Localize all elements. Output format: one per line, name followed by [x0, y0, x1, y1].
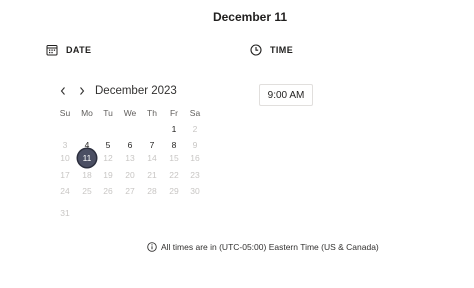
- selected-day[interactable]: 11: [78, 149, 96, 167]
- time-section-label: TIME: [270, 45, 294, 55]
- weekday-monday: Mo: [81, 108, 93, 118]
- day-cell-16: 16: [190, 153, 200, 163]
- day-cell-20: 20: [125, 170, 135, 180]
- day-cell-30: 30: [190, 186, 200, 196]
- time-slot-button[interactable]: 9:00 AM: [259, 84, 313, 106]
- day-cell-21: 21: [147, 170, 157, 180]
- calendar-icon: [46, 44, 58, 56]
- day-cell-10: 10: [60, 153, 70, 163]
- month-label: December 2023: [95, 85, 177, 97]
- day-cell-27: 27: [125, 186, 135, 196]
- day-cell-1[interactable]: 1: [164, 121, 184, 137]
- weekday-friday: Fr: [169, 108, 179, 118]
- day-cell-23: 23: [190, 170, 200, 180]
- day-cell-26: 26: [103, 186, 113, 196]
- weekday-saturday: Sa: [189, 108, 201, 118]
- next-month-button[interactable]: [76, 85, 88, 97]
- day-cell-28: 28: [147, 186, 157, 196]
- weekday-tuesday: Tu: [103, 108, 113, 118]
- day-cell-31: 31: [60, 208, 70, 218]
- day-cell-2: 2: [192, 124, 198, 134]
- date-section-label: DATE: [66, 45, 92, 55]
- weekday-wednesday: We: [123, 108, 137, 118]
- day-cell-17: 17: [60, 170, 70, 180]
- day-cell-25: 25: [82, 186, 92, 196]
- weekday-sunday: Su: [59, 108, 71, 118]
- day-cell-18: 18: [82, 170, 92, 180]
- previous-month-button[interactable]: [57, 85, 69, 97]
- chevron-left-icon: [60, 87, 65, 95]
- day-cell-24: 24: [60, 186, 70, 196]
- booking-page: December 11 DATE TIME December 2023 Su M…: [0, 0, 474, 288]
- day-cell-29: 29: [169, 186, 179, 196]
- timezone-note: All times are in (UTC-05:00) Eastern Tim…: [147, 242, 379, 252]
- chevron-right-icon: [80, 87, 85, 95]
- day-cell-13: 13: [125, 153, 135, 163]
- info-icon: [147, 242, 157, 252]
- clock-icon: [250, 44, 262, 56]
- date-section-heading: DATE: [46, 44, 91, 56]
- weekday-thursday: Th: [147, 108, 157, 118]
- timezone-text: All times are in (UTC-05:00) Eastern Tim…: [161, 242, 379, 252]
- page-title: December 11: [212, 10, 288, 24]
- day-cell-12: 12: [103, 153, 113, 163]
- time-section-heading: TIME: [250, 44, 293, 56]
- day-cell-19: 19: [103, 170, 113, 180]
- day-cell-14: 14: [147, 153, 157, 163]
- day-cell-15: 15: [169, 153, 179, 163]
- day-cell-22: 22: [169, 170, 179, 180]
